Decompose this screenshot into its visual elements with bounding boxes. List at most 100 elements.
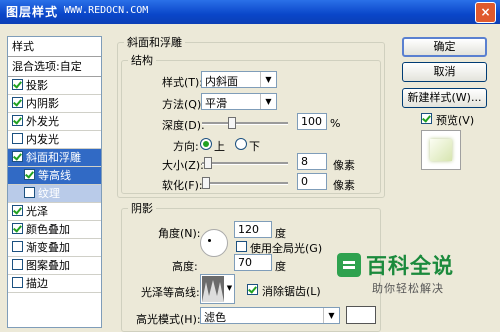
style-select[interactable]: 内斜面 ▼: [201, 71, 277, 88]
style-preview: [421, 130, 461, 170]
highlight-mode-label: 高光模式(H):: [136, 313, 201, 326]
direction-down-label: 下: [249, 140, 260, 153]
ok-button[interactable]: 确定: [402, 37, 487, 57]
close-button[interactable]: ×: [475, 2, 496, 23]
chevron-down-icon: ▼: [260, 94, 276, 109]
method-select[interactable]: 平滑 ▼: [201, 93, 277, 110]
depth-slider[interactable]: [202, 117, 288, 129]
style-item[interactable]: 渐变叠加: [8, 239, 101, 257]
direction-up-radio[interactable]: [200, 138, 212, 150]
depth-slider-thumb[interactable]: [228, 117, 236, 129]
title-bar: 图层样式 WWW.REDOCN.COM ×: [0, 0, 500, 24]
size-input[interactable]: 8: [297, 153, 327, 170]
style-item[interactable]: 颜色叠加: [8, 221, 101, 239]
style-checkbox[interactable]: [12, 151, 23, 162]
watermark-logo-icon: [337, 253, 361, 277]
soften-label: 软化(F):: [162, 179, 203, 192]
style-value: 内斜面: [205, 75, 238, 88]
angle-input[interactable]: 120: [234, 221, 272, 238]
style-item[interactable]: 内发光: [8, 131, 101, 149]
style-checkbox[interactable]: [12, 205, 23, 216]
soften-slider[interactable]: [202, 177, 288, 189]
window-url: WWW.REDOCN.COM: [64, 5, 149, 16]
bevel-title: 斜面和浮雕: [127, 36, 182, 49]
style-checkbox[interactable]: [12, 115, 23, 126]
style-item-label: 渐变叠加: [26, 241, 70, 254]
depth-input[interactable]: 100: [297, 113, 327, 130]
style-checkbox[interactable]: [24, 187, 35, 198]
style-item[interactable]: 斜面和浮雕: [8, 149, 101, 167]
style-checkbox[interactable]: [12, 79, 23, 90]
new-style-button[interactable]: 新建样式(W)...: [402, 88, 487, 108]
style-checkbox[interactable]: [12, 241, 23, 252]
size-label: 大小(Z):: [162, 159, 204, 172]
shading-title: 阴影: [131, 202, 153, 215]
style-item[interactable]: 描边: [8, 275, 101, 293]
antialias-checkbox[interactable]: [247, 284, 258, 295]
style-item[interactable]: 光泽: [8, 203, 101, 221]
size-unit: 像素: [333, 159, 355, 172]
altitude-input[interactable]: 70: [234, 254, 272, 271]
chevron-down-icon: ▼: [323, 308, 339, 323]
watermark-title: 百科全说: [366, 254, 454, 278]
style-checkbox[interactable]: [12, 223, 23, 234]
style-label: 样式(T):: [162, 76, 204, 89]
style-item-label: 内阴影: [26, 97, 59, 110]
preview-checkbox[interactable]: [421, 113, 432, 124]
style-item-label: 光泽: [26, 205, 48, 218]
styles-list: 样式 混合选项:自定 投影内阴影外发光内发光斜面和浮雕等高线纹理光泽颜色叠加渐变…: [7, 36, 102, 328]
gloss-contour-picker[interactable]: ▼: [200, 274, 235, 304]
style-item-label: 等高线: [38, 169, 71, 182]
method-value: 平滑: [205, 97, 227, 110]
style-item[interactable]: 图案叠加: [8, 257, 101, 275]
preview-label: 预览(V): [436, 114, 475, 127]
method-label: 方法(Q):: [162, 98, 205, 111]
antialias-label: 消除锯齿(L): [262, 285, 321, 298]
style-item-label: 内发光: [26, 133, 59, 146]
direction-down-radio[interactable]: [235, 138, 247, 150]
style-item-label: 斜面和浮雕: [26, 151, 81, 164]
soften-unit: 像素: [333, 179, 355, 192]
style-item-label: 外发光: [26, 115, 59, 128]
altitude-label: 高度:: [172, 260, 198, 273]
size-slider[interactable]: [202, 157, 288, 169]
soften-slider-thumb[interactable]: [202, 177, 210, 189]
style-item[interactable]: 外发光: [8, 113, 101, 131]
angle-dial[interactable]: [200, 229, 228, 257]
cancel-button[interactable]: 取消: [402, 62, 487, 82]
direction-label: 方向:: [173, 140, 199, 153]
style-item-label: 颜色叠加: [26, 223, 70, 236]
altitude-unit: 度: [275, 260, 286, 273]
style-item[interactable]: 投影: [8, 77, 101, 95]
style-item-label: 纹理: [38, 187, 60, 200]
style-item-label: 描边: [26, 277, 48, 290]
depth-label: 深度(D):: [162, 119, 205, 132]
watermark-subtitle: 助你轻松解决: [372, 282, 444, 295]
size-slider-thumb[interactable]: [204, 157, 212, 169]
window-title: 图层样式: [6, 5, 59, 19]
style-item[interactable]: 等高线: [8, 167, 101, 185]
structure-title: 结构: [131, 54, 153, 67]
style-checkbox[interactable]: [12, 277, 23, 288]
highlight-color-swatch[interactable]: [346, 306, 376, 324]
style-item-label: 图案叠加: [26, 259, 70, 272]
global-light-checkbox[interactable]: [236, 241, 247, 252]
style-checkbox[interactable]: [12, 259, 23, 270]
style-checkbox[interactable]: [24, 169, 35, 180]
style-item[interactable]: 内阴影: [8, 95, 101, 113]
angle-indicator: [208, 239, 211, 242]
angle-unit: 度: [275, 227, 286, 240]
styles-header[interactable]: 样式: [8, 37, 101, 57]
watermark: 百科全说 助你轻松解决: [336, 248, 476, 308]
contour-curve-icon: [202, 276, 224, 302]
depth-unit: %: [330, 117, 341, 130]
preview-swatch: [430, 139, 452, 161]
style-checkbox[interactable]: [12, 133, 23, 144]
style-item[interactable]: 纹理: [8, 185, 101, 203]
highlight-mode-select[interactable]: 滤色 ▼: [200, 307, 340, 324]
close-icon: ×: [480, 5, 491, 19]
style-checkbox[interactable]: [12, 97, 23, 108]
soften-input[interactable]: 0: [297, 173, 327, 190]
blending-options[interactable]: 混合选项:自定: [8, 57, 101, 77]
gloss-contour-label: 光泽等高线:: [141, 286, 200, 299]
